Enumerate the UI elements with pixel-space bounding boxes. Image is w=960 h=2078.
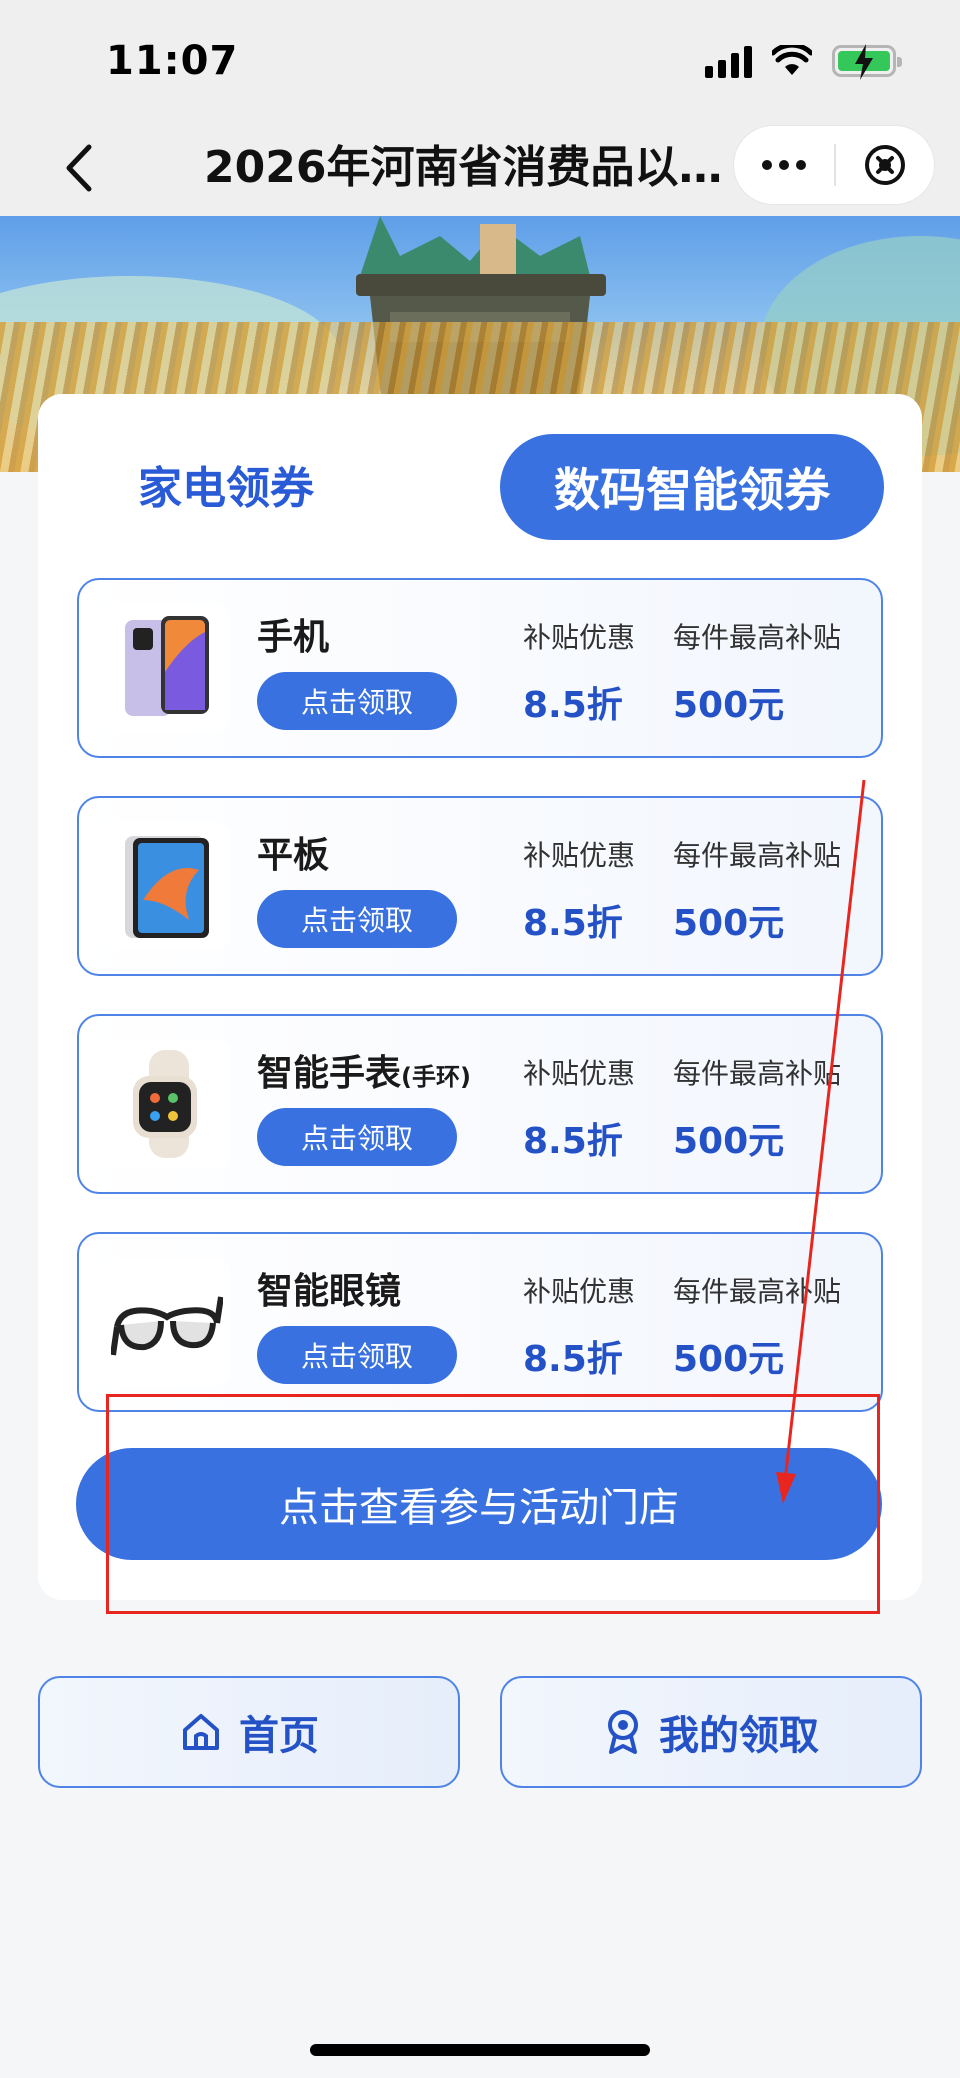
tablet-icon [103,822,231,950]
product-item-tablet: 平板 点击领取 补贴优惠 每件最高补贴 8.5折 500元 [77,796,883,976]
phone-icon [103,604,231,732]
home-indicator [310,2044,650,2056]
product-name: 平板 [257,835,330,876]
max-subsidy-label: 每件最高补贴 [673,1275,842,1308]
max-subsidy-label: 每件最高补贴 [673,839,842,872]
claim-button[interactable]: 点击领取 [257,1326,457,1384]
battery-icon [832,44,902,80]
smart-glasses-icon [103,1258,231,1386]
max-subsidy-label: 每件最高补贴 [673,1057,842,1090]
discount-value: 8.5折 [523,685,623,726]
close-button[interactable] [836,126,934,204]
product-item-smart-glasses: 智能眼镜 点击领取 补贴优惠 每件最高补贴 8.5折 500元 [77,1232,883,1412]
discount-value: 8.5折 [523,903,623,944]
more-button[interactable] [734,126,834,204]
home-button[interactable]: 首页 [38,1676,460,1788]
claim-button[interactable]: 点击领取 [257,1108,457,1166]
wifi-icon [772,45,812,75]
product-item-phone: 手机 点击领取 补贴优惠 每件最高补贴 8.5折 500元 [77,578,883,758]
status-time: 11:07 [106,38,239,84]
status-icons [705,44,902,80]
my-claims-button[interactable]: 我的领取 [500,1676,922,1788]
my-claims-label: 我的领取 [659,1713,819,1759]
navigation-bar: 2026年河南省消费品以旧… [0,120,960,216]
max-subsidy-value: 500元 [673,903,785,944]
claim-button[interactable]: 点击领取 [257,890,457,948]
annotation-highlight-box [106,1394,880,1614]
tab-digital-smart[interactable]: 数码智能领券 [500,434,884,540]
home-button-label: 首页 [239,1713,319,1759]
chevron-left-icon [66,144,92,192]
award-badge-icon [608,1710,638,1754]
status-bar: 11:07 [0,0,960,120]
product-name: 智能手表(手环) [257,1053,471,1094]
discount-label: 补贴优惠 [523,1057,636,1090]
max-subsidy-value: 500元 [673,1121,785,1162]
back-button[interactable] [50,138,106,198]
max-subsidy-label: 每件最高补贴 [673,621,842,654]
max-subsidy-value: 500元 [673,1339,785,1380]
product-name: 智能眼镜 [257,1271,402,1312]
product-name: 手机 [257,617,330,658]
claim-button[interactable]: 点击领取 [257,672,457,730]
page-title: 2026年河南省消费品以旧… [204,142,764,193]
cellular-signal-icon [705,44,752,78]
tab-home-appliance[interactable]: 家电领券 [138,452,314,516]
discount-label: 补贴优惠 [523,1275,636,1308]
miniprogram-capsule [734,126,934,204]
more-dots-icon [762,160,772,170]
discount-value: 8.5折 [523,1339,623,1380]
max-subsidy-value: 500元 [673,685,785,726]
smartwatch-icon [103,1040,231,1168]
product-item-smartwatch: 智能手表(手环) 点击领取 补贴优惠 每件最高补贴 8.5折 500元 [77,1014,883,1194]
home-icon [183,1714,219,1750]
discount-label: 补贴优惠 [523,839,636,872]
discount-value: 8.5折 [523,1121,623,1162]
discount-label: 补贴优惠 [523,621,636,654]
close-circle-icon [865,145,905,185]
